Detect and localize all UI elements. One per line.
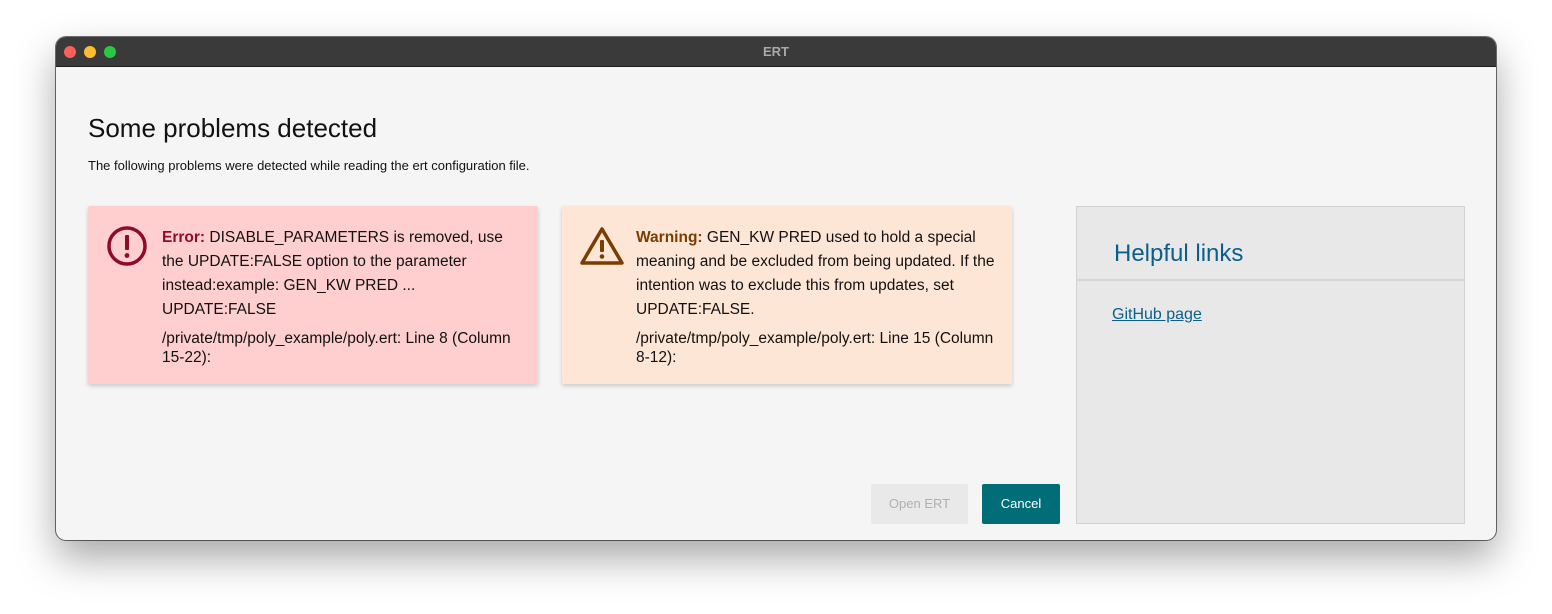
error-location: /private/tmp/poly_example/poly.ert: Line… [162, 330, 511, 366]
error-message: Error: DISABLE_PARAMETERS is removed, us… [162, 226, 522, 322]
warning-location: /private/tmp/poly_example/poly.ert: Line… [636, 330, 994, 366]
title-bar: ERT [56, 37, 1496, 67]
open-ert-button[interactable]: Open ERT [871, 484, 968, 524]
error-circle-icon [106, 225, 150, 269]
helpful-links-panel: Helpful links GitHub page [1076, 206, 1465, 524]
dialog-heading: Some problems detected [88, 113, 378, 143]
warning-card: Warning: GEN_KW PRED used to hold a spec… [562, 206, 1012, 384]
error-card: Error: DISABLE_PARAMETERS is removed, us… [88, 206, 538, 384]
ert-window: ERT Some problems detected The following… [56, 37, 1496, 540]
helpful-links-title: Helpful links [1114, 240, 1244, 267]
warning-triangle-icon [580, 225, 624, 269]
dialog-subheading: The following problems were detected whi… [88, 158, 530, 173]
github-page-link[interactable]: GitHub page [1112, 306, 1202, 324]
window-title: ERT [763, 44, 789, 59]
warning-message: Warning: GEN_KW PRED used to hold a spec… [636, 226, 996, 322]
links-divider [1077, 279, 1464, 281]
error-text: DISABLE_PARAMETERS is removed, use the U… [162, 229, 503, 318]
error-label: Error: [162, 229, 206, 246]
cancel-button[interactable]: Cancel [982, 484, 1060, 524]
warning-label: Warning: [636, 229, 703, 246]
